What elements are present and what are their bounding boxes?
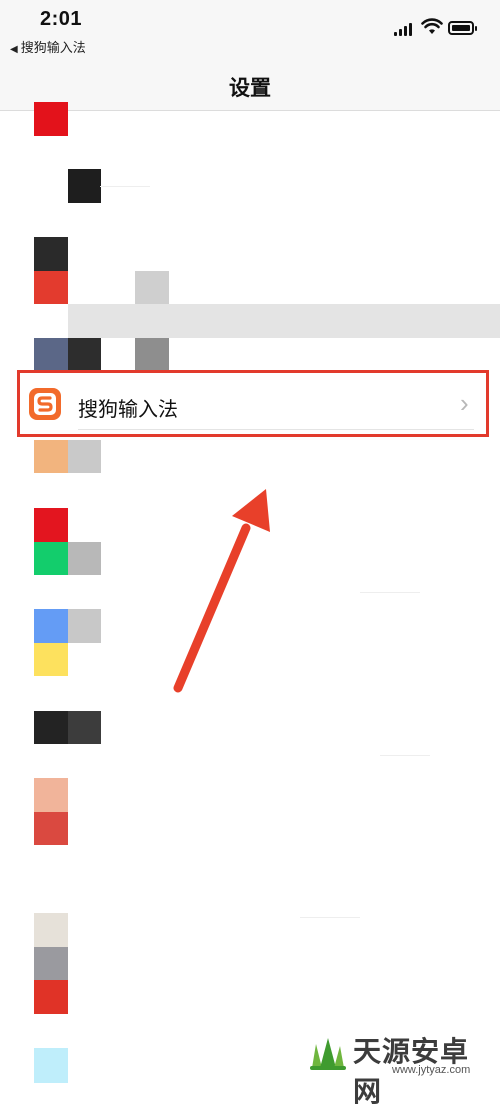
android-logo-icon — [310, 1038, 346, 1070]
watermark: 天源安卓网 www.jytyaz.com — [306, 1030, 496, 1107]
annotation-arrow — [173, 489, 270, 693]
annotation-arrow-shaft — [173, 523, 251, 693]
annotation-arrow-head — [232, 489, 270, 532]
watermark-url: www.jytyaz.com — [392, 1064, 471, 1076]
